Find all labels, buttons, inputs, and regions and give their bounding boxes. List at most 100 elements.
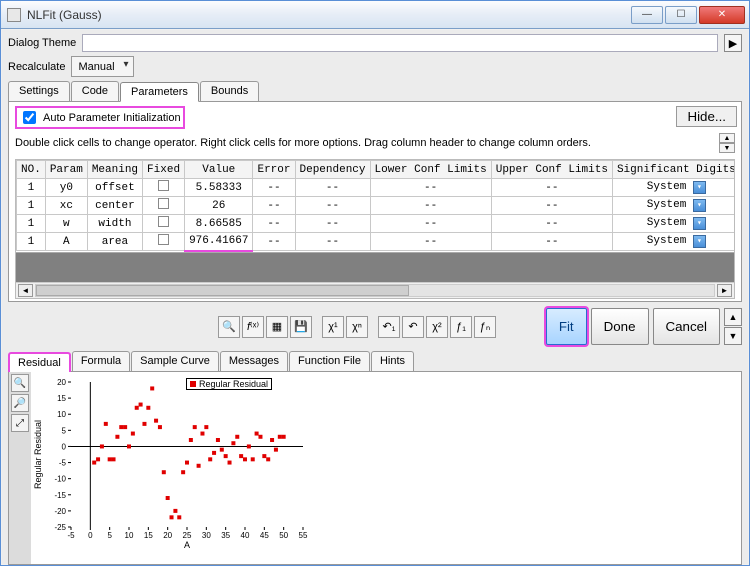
- cell-param[interactable]: xc: [45, 197, 87, 215]
- recalculate-select[interactable]: Manual: [71, 56, 133, 77]
- tab-settings[interactable]: Settings: [8, 81, 70, 101]
- iterate-x1-icon[interactable]: χ¹: [322, 316, 344, 338]
- tab-code[interactable]: Code: [71, 81, 119, 101]
- cell-dep[interactable]: --: [295, 179, 370, 197]
- dropdown-icon[interactable]: ▾: [693, 217, 706, 230]
- search-icon[interactable]: 🔍: [218, 316, 240, 338]
- chi-icon[interactable]: χ²: [426, 316, 448, 338]
- cell-lcl[interactable]: --: [370, 197, 491, 215]
- full-extent-icon[interactable]: ⤢: [11, 414, 29, 432]
- col-meaning[interactable]: Meaning: [87, 161, 142, 179]
- cell-error[interactable]: --: [253, 233, 295, 251]
- calc-icon[interactable]: ▦: [266, 316, 288, 338]
- col-error[interactable]: Error: [253, 161, 295, 179]
- dropdown-icon[interactable]: ▾: [693, 199, 706, 212]
- cell-lcl[interactable]: --: [370, 215, 491, 233]
- horizontal-scrollbar[interactable]: ◄ ►: [16, 282, 734, 298]
- cancel-button[interactable]: Cancel: [653, 308, 721, 345]
- cell-sig[interactable]: System ▾: [612, 179, 735, 197]
- cell-lcl[interactable]: --: [370, 179, 491, 197]
- auto-param-init-checkbox[interactable]: [23, 111, 36, 124]
- hscroll-thumb[interactable]: [36, 285, 409, 296]
- cell-no[interactable]: 1: [17, 233, 46, 251]
- col-dependency[interactable]: Dependency: [295, 161, 370, 179]
- cell-lcl[interactable]: --: [370, 233, 491, 251]
- zoom-out-icon[interactable]: 🔎: [11, 394, 29, 412]
- cell-ucl[interactable]: --: [491, 197, 612, 215]
- cell-param[interactable]: A: [45, 233, 87, 251]
- table-row[interactable]: 1xccenter26--------System ▾: [17, 197, 736, 215]
- minimize-button[interactable]: —: [631, 6, 663, 24]
- dialog-theme-menu-button[interactable]: ▶: [724, 34, 742, 52]
- cell-sig[interactable]: System ▾: [612, 215, 735, 233]
- cell-error[interactable]: --: [253, 197, 295, 215]
- cell-dep[interactable]: --: [295, 233, 370, 251]
- tab-messages[interactable]: Messages: [220, 351, 288, 371]
- tab-parameters[interactable]: Parameters: [120, 82, 199, 102]
- cell-dep[interactable]: --: [295, 215, 370, 233]
- col-lcl[interactable]: Lower Conf Limits: [370, 161, 491, 179]
- dropdown-icon[interactable]: ▾: [693, 235, 706, 248]
- cell-no[interactable]: 1: [17, 179, 46, 197]
- cell-meaning[interactable]: width: [87, 215, 142, 233]
- table-row[interactable]: 1y0offset5.58333--------System ▾: [17, 179, 736, 197]
- fit-button[interactable]: Fit: [546, 308, 587, 345]
- scroll-down-button[interactable]: ▼: [719, 143, 735, 153]
- cell-fixed[interactable]: [143, 233, 185, 251]
- cell-meaning[interactable]: area: [87, 233, 142, 251]
- hide-button[interactable]: Hide...: [676, 106, 737, 127]
- undo1-icon[interactable]: ↶₁: [378, 316, 400, 338]
- tab-formula[interactable]: Formula: [72, 351, 130, 371]
- tab-sample-curve[interactable]: Sample Curve: [131, 351, 219, 371]
- undoall-icon[interactable]: ↶: [402, 316, 424, 338]
- cell-sig[interactable]: System ▾: [612, 233, 735, 251]
- col-sigdigits[interactable]: Significant Digits: [612, 161, 735, 179]
- col-value[interactable]: Value: [185, 161, 253, 179]
- done-button[interactable]: Done: [591, 308, 649, 345]
- cell-meaning[interactable]: center: [87, 197, 142, 215]
- scroll-up-button[interactable]: ▲: [719, 133, 735, 143]
- dialog-theme-input[interactable]: [82, 34, 718, 52]
- tab-residual[interactable]: Residual: [8, 352, 71, 372]
- cell-sig[interactable]: System ▾: [612, 197, 735, 215]
- fitn-icon[interactable]: ƒₙ: [474, 316, 496, 338]
- col-param[interactable]: Param: [45, 161, 87, 179]
- hscroll-right[interactable]: ►: [717, 284, 732, 297]
- cell-param[interactable]: y0: [45, 179, 87, 197]
- fit1-icon[interactable]: ƒ₁: [450, 316, 472, 338]
- tab-function-file[interactable]: Function File: [289, 351, 370, 371]
- fx-icon[interactable]: f⁽ˣ⁾: [242, 316, 264, 338]
- cell-fixed[interactable]: [143, 179, 185, 197]
- cell-value[interactable]: 5.58333: [185, 179, 253, 197]
- table-row[interactable]: 1Aarea976.41667--------System ▾: [17, 233, 736, 251]
- tab-hints[interactable]: Hints: [371, 351, 414, 371]
- expand-up-button[interactable]: ▲: [724, 308, 742, 326]
- col-fixed[interactable]: Fixed: [143, 161, 185, 179]
- hscroll-left[interactable]: ◄: [18, 284, 33, 297]
- cell-ucl[interactable]: --: [491, 215, 612, 233]
- cell-value[interactable]: 8.66585: [185, 215, 253, 233]
- cell-error[interactable]: --: [253, 215, 295, 233]
- cell-fixed[interactable]: [143, 215, 185, 233]
- expand-down-button[interactable]: ▼: [724, 327, 742, 345]
- hscroll-track[interactable]: [35, 284, 715, 297]
- save-icon[interactable]: 💾: [290, 316, 312, 338]
- cell-value[interactable]: 26: [185, 197, 253, 215]
- cell-no[interactable]: 1: [17, 215, 46, 233]
- cell-fixed[interactable]: [143, 197, 185, 215]
- cell-ucl[interactable]: --: [491, 233, 612, 251]
- iterate-xn-icon[interactable]: χⁿ: [346, 316, 368, 338]
- cell-value[interactable]: 976.41667: [185, 233, 253, 251]
- cell-dep[interactable]: --: [295, 197, 370, 215]
- cell-param[interactable]: w: [45, 215, 87, 233]
- col-ucl[interactable]: Upper Conf Limits: [491, 161, 612, 179]
- close-button[interactable]: ✕: [699, 6, 745, 24]
- cell-error[interactable]: --: [253, 179, 295, 197]
- cell-meaning[interactable]: offset: [87, 179, 142, 197]
- col-no[interactable]: NO.: [17, 161, 46, 179]
- maximize-button[interactable]: ☐: [665, 6, 697, 24]
- cell-ucl[interactable]: --: [491, 179, 612, 197]
- dropdown-icon[interactable]: ▾: [693, 181, 706, 194]
- tab-bounds[interactable]: Bounds: [200, 81, 259, 101]
- table-row[interactable]: 1wwidth8.66585--------System ▾: [17, 215, 736, 233]
